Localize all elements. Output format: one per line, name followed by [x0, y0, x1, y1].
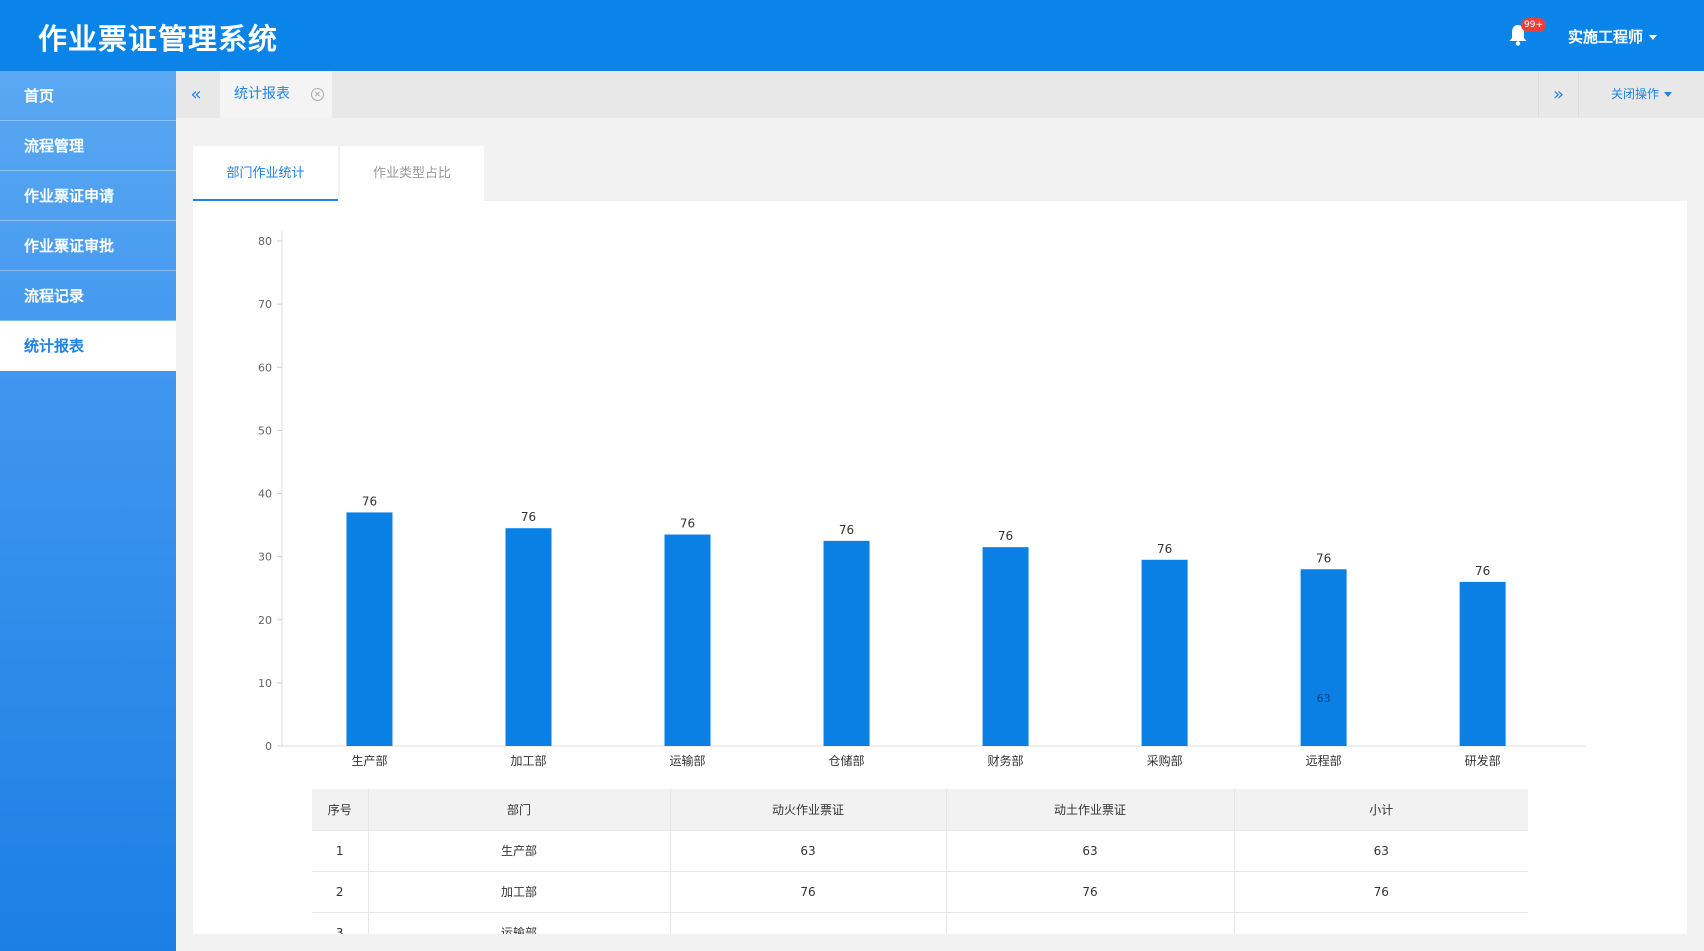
y-tick-label: 20 — [258, 614, 272, 627]
report-panel: 0 10 20 30 40 50 60 70 80 76 生产部 76 加工部 76 运输部 76 仓储部 76 财… — [193, 201, 1687, 934]
cell-subtotal — [1234, 912, 1528, 934]
statistics-table: 序号 部门 动火作业票证 动土作业票证 小计 1 生产部 63 63 63 2 — [312, 789, 1528, 934]
caret-down-icon — [1649, 35, 1658, 40]
column-header-hot-work-permit: 动火作业票证 — [670, 789, 947, 831]
bar-value-label: 76 — [680, 517, 695, 531]
y-tick-label: 70 — [258, 298, 272, 311]
bar-value-label: 76 — [1316, 551, 1331, 565]
bar — [505, 528, 552, 746]
y-tick-label: 30 — [258, 551, 272, 564]
cell-hot-work: 76 — [670, 871, 947, 913]
y-tick-label: 60 — [258, 361, 272, 374]
top-header: 作业票证管理系统 99+ 实施工程师 — [0, 0, 1704, 71]
x-category-label: 加工部 — [510, 753, 546, 768]
tab-scroll-left-icon[interactable]: « — [176, 71, 216, 118]
close-icon[interactable]: ✕ — [311, 88, 324, 101]
x-category-label: 远程部 — [1306, 753, 1342, 768]
caret-down-icon — [1664, 92, 1672, 97]
app-title: 作业票证管理系统 — [38, 22, 279, 56]
table-row: 2 加工部 76 76 76 — [312, 871, 1528, 913]
cell-index: 2 — [312, 871, 369, 913]
bar-value-label: 76 — [1475, 564, 1490, 578]
cell-excavation — [946, 912, 1235, 934]
page-tab-label: 统计报表 — [234, 86, 290, 102]
x-category-label: 采购部 — [1147, 753, 1183, 768]
tab-department-statistics[interactable]: 部门作业统计 — [193, 146, 338, 201]
y-tick-label: 10 — [258, 677, 272, 690]
cell-excavation: 76 — [946, 871, 1235, 913]
column-header-department: 部门 — [368, 789, 671, 831]
cell-index: 1 — [312, 830, 369, 872]
cell-index: 3 — [312, 912, 369, 934]
cell-department: 生产部 — [368, 830, 671, 872]
x-category-label: 生产部 — [351, 753, 387, 768]
department-bar-chart: 0 10 20 30 40 50 60 70 80 76 生产部 76 加工部 76 运输部 76 仓储部 76 财… — [258, 231, 1586, 768]
bar-value-label: 76 — [998, 529, 1013, 543]
user-menu[interactable]: 实施工程师 — [1568, 26, 1658, 47]
sidebar-item-permit-application[interactable]: 作业票证申请 — [0, 171, 176, 221]
bar — [823, 540, 870, 746]
table-row: 3 运输部 — [312, 912, 1528, 934]
sidebar-item-statistics-report[interactable]: 统计报表 — [0, 321, 176, 371]
page-tab-bar: « 统计报表 ✕ » 关闭操作 — [176, 71, 1704, 118]
cell-hot-work: 63 — [670, 830, 947, 872]
sidebar-item-process-management[interactable]: 流程管理 — [0, 121, 176, 171]
y-tick-label: 50 — [258, 424, 272, 437]
x-category-label: 运输部 — [670, 753, 706, 768]
cell-subtotal: 76 — [1234, 871, 1528, 913]
bar — [1459, 581, 1506, 746]
bar — [982, 547, 1029, 746]
y-tick-label: 0 — [265, 740, 272, 753]
cell-subtotal: 63 — [1234, 830, 1528, 872]
x-category-label: 财务部 — [988, 753, 1024, 768]
column-header-excavation-permit: 动土作业票证 — [946, 789, 1235, 831]
bar — [1141, 559, 1188, 746]
close-operations-label: 关闭操作 — [1610, 87, 1659, 101]
table-header-row: 序号 部门 动火作业票证 动土作业票证 小计 — [312, 789, 1528, 831]
bar-value-label: 76 — [1157, 542, 1172, 556]
y-tick-label: 80 — [258, 235, 272, 248]
cell-department: 运输部 — [368, 912, 671, 934]
notification-badge: 99+ — [1521, 18, 1546, 32]
cell-hot-work — [670, 912, 947, 934]
table-row: 1 生产部 63 63 63 — [312, 830, 1528, 872]
bar-value-label: 76 — [521, 510, 536, 524]
sidebar-item-permit-approval[interactable]: 作业票证审批 — [0, 221, 176, 271]
bar — [346, 512, 393, 746]
statistics-table-container: 序号 部门 动火作业票证 动土作业票证 小计 1 生产部 63 63 63 2 — [312, 789, 1528, 934]
x-category-label: 研发部 — [1465, 753, 1501, 768]
tab-scroll-right-icon[interactable]: » — [1538, 71, 1578, 118]
bar — [1300, 569, 1347, 746]
bar-inner-label: 63 — [1317, 692, 1331, 705]
close-operations-dropdown[interactable]: 关闭操作 — [1578, 71, 1704, 118]
column-header-subtotal: 小计 — [1234, 789, 1528, 831]
bar-value-label: 76 — [362, 494, 377, 508]
sidebar-item-home[interactable]: 首页 — [0, 71, 176, 121]
tab-work-type-ratio[interactable]: 作业类型占比 — [340, 146, 484, 201]
bar-value-label: 76 — [839, 523, 854, 537]
bar — [664, 534, 711, 746]
x-category-label: 仓储部 — [829, 753, 865, 768]
user-name: 实施工程师 — [1568, 28, 1644, 46]
column-header-index: 序号 — [312, 789, 369, 831]
cell-department: 加工部 — [368, 871, 671, 913]
sidebar-item-process-records[interactable]: 流程记录 — [0, 271, 176, 321]
page-tab-statistics-report[interactable]: 统计报表 ✕ — [220, 71, 332, 118]
cell-excavation: 63 — [946, 830, 1235, 872]
sidebar: 首页 流程管理 作业票证申请 作业票证审批 流程记录 统计报表 — [0, 71, 176, 951]
y-tick-label: 40 — [258, 488, 272, 501]
